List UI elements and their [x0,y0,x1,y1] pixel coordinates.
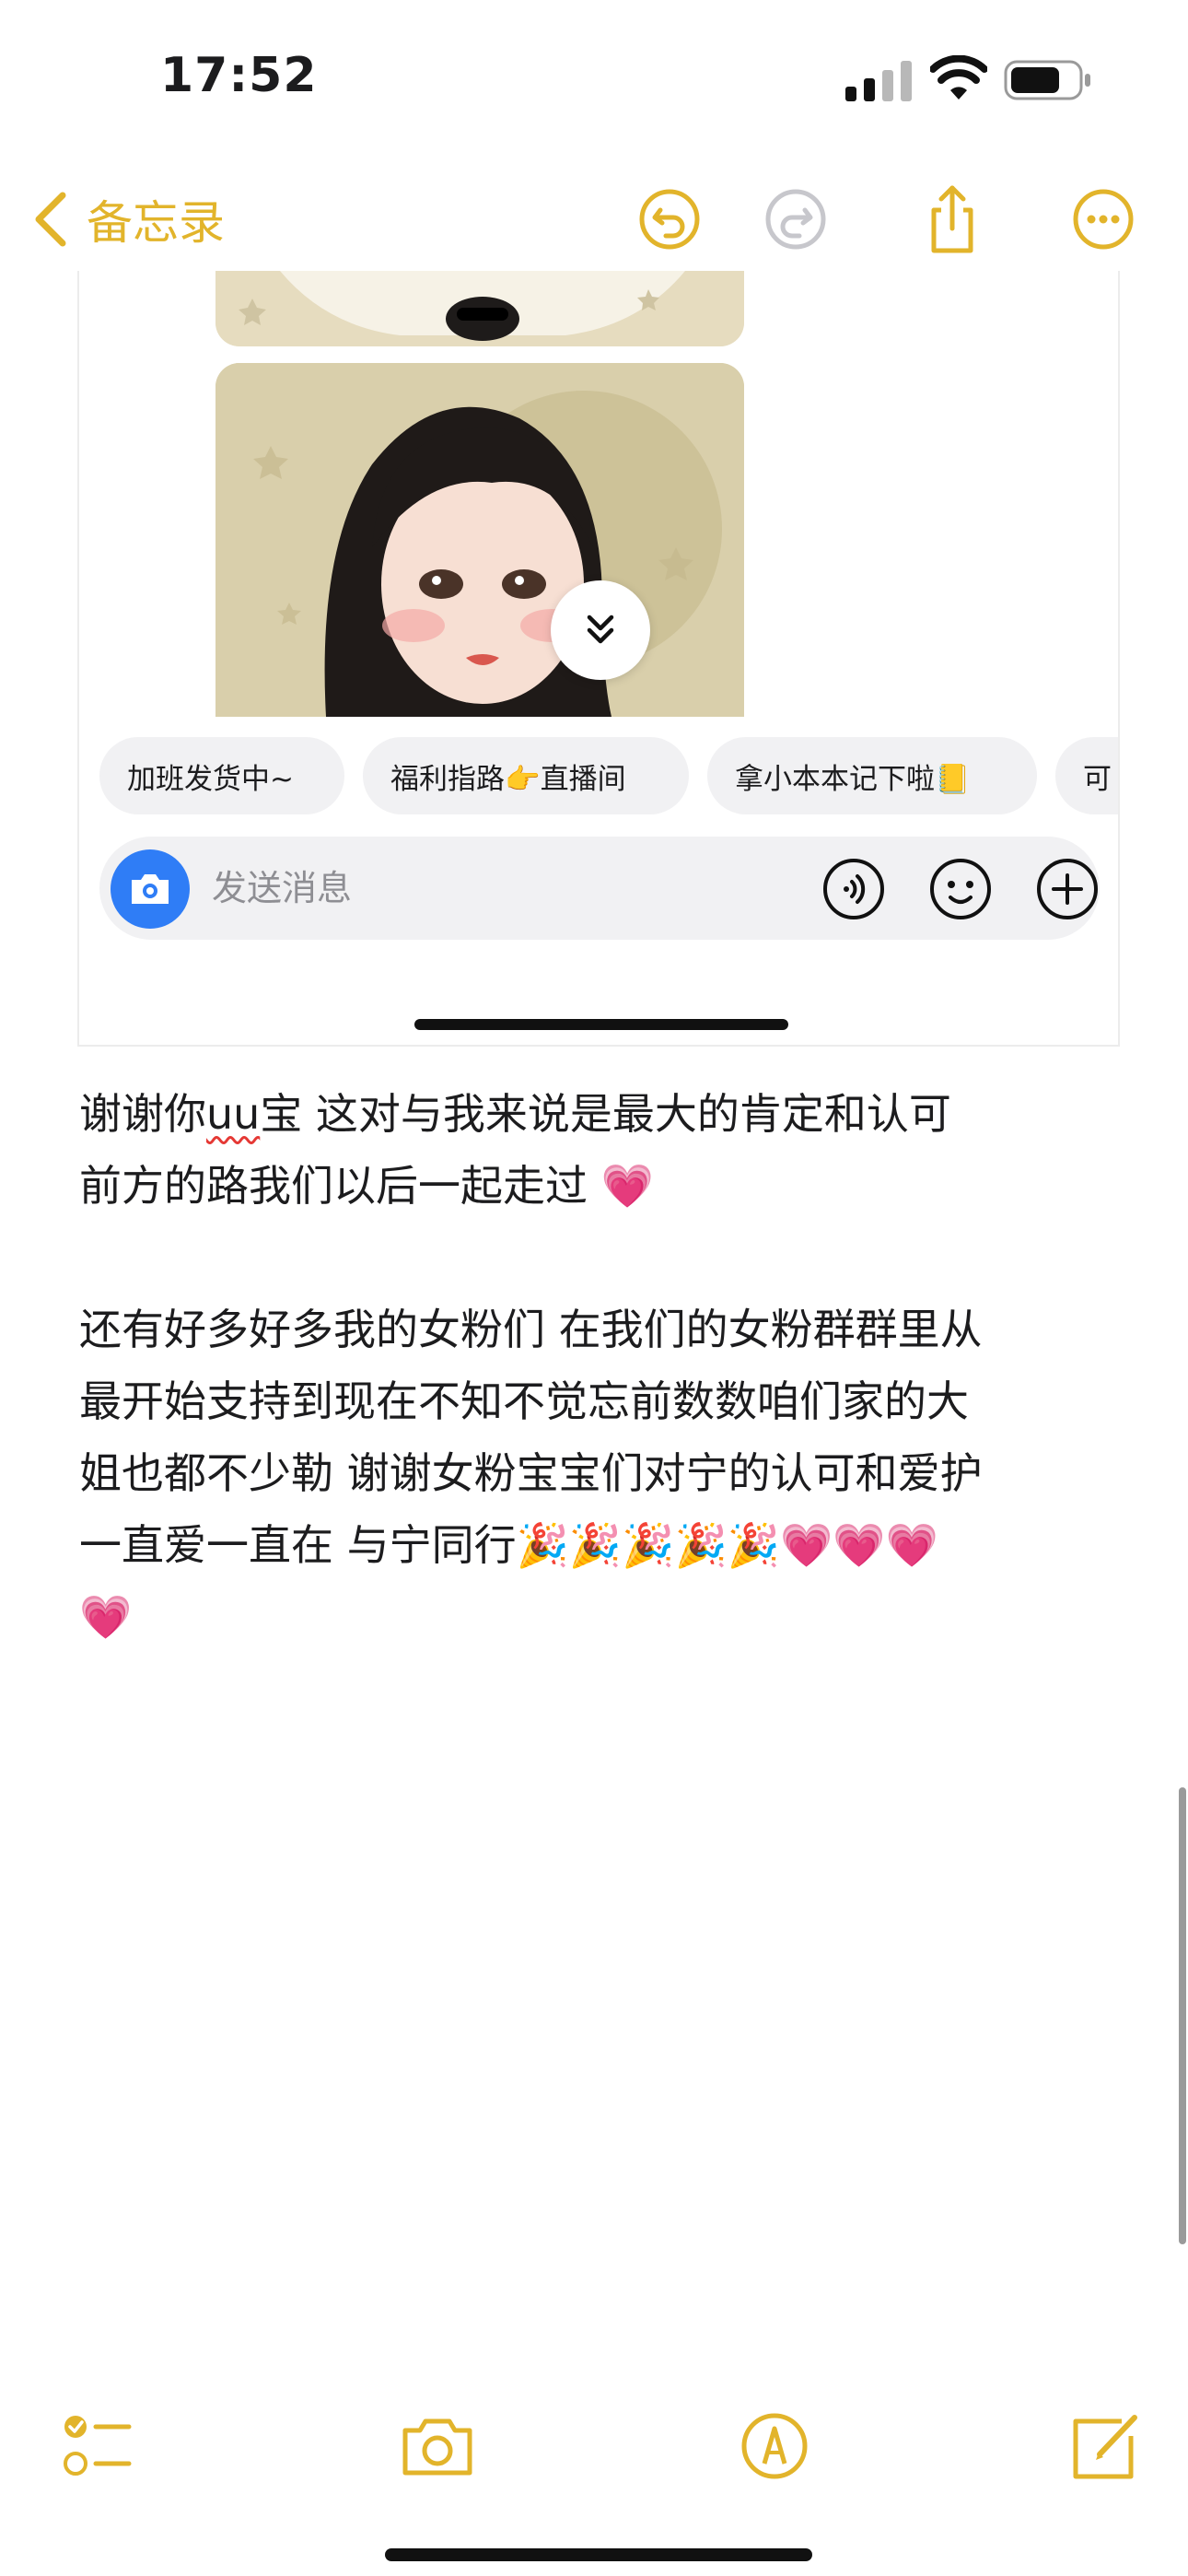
bottom-toolbar [0,2395,1188,2497]
note-line: 💗 [79,1592,133,1642]
wifi-icon [930,55,987,100]
misspelled-word: uu [206,1089,261,1139]
note-line: 还有好多好多我的女粉们 在我们的女粉群群里从 [79,1305,983,1354]
camera-icon[interactable] [398,2406,477,2486]
chip-notebook[interactable]: 拿小本本记下啦📒 [707,737,1037,814]
scroll-indicator[interactable] [1179,1787,1186,2244]
camera-icon [132,874,169,904]
message-input[interactable]: 发送消息 [212,837,352,940]
home-indicator [385,2548,812,2561]
back-button[interactable]: 备忘录 [31,182,225,256]
embedded-home-indicator [414,1019,788,1030]
chip-shipping[interactable]: 加班发货中~ [99,737,344,814]
note-line: 最开始支持到现在不知不觉忘前数数咱们家的大 [79,1376,969,1426]
quick-reply-chips: 加班发货中~ 福利指路👉直播间 拿小本本记下啦📒 可 [99,737,1118,814]
markup-icon[interactable] [735,2406,814,2486]
scroll-down-button[interactable] [551,580,650,680]
note-line: 一直爱一直在 与宁同行🎉🎉🎉🎉🎉💗💗💗 [79,1520,938,1570]
illustration-image-top [215,271,744,346]
note-line: 谢谢你uu宝 这对与我来说是最大的肯定和认可 [79,1089,951,1139]
nav-bar: 备忘录 [0,166,1188,267]
camera-button[interactable] [111,849,190,929]
back-label: 备忘录 [87,196,225,250]
illustration-image [215,363,744,717]
note-line: 前方的路我们以后一起走过 💗 [79,1161,654,1211]
chip-more[interactable]: 可 [1055,737,1118,814]
note-body[interactable]: 谢谢你uu宝 这对与我来说是最大的肯定和认可 前方的路我们以后一起走过 💗 还有… [79,1078,1129,1653]
note-blank-line [79,1222,1129,1294]
checklist-icon[interactable] [57,2406,136,2486]
more-icon[interactable] [1066,182,1140,256]
chevron-left-icon [35,192,66,247]
battery-icon [1004,60,1090,100]
compose-icon[interactable] [1066,2406,1146,2486]
emoji-icon[interactable] [928,857,993,921]
undo-icon[interactable] [633,182,706,256]
status-bar: 17:52 [0,0,1188,157]
message-input-bar: 发送消息 [99,837,1100,940]
status-time: 17:52 [160,48,318,103]
note-line: 姐也都不少勒 谢谢女粉宝宝们对宁的认可和爱护 [79,1448,983,1498]
voice-icon[interactable] [821,857,886,921]
share-icon[interactable] [915,182,989,256]
plus-icon[interactable] [1035,857,1100,921]
redo-icon[interactable] [759,182,833,256]
double-chevron-down-icon [587,615,614,644]
chip-livestream[interactable]: 福利指路👉直播间 [363,737,689,814]
embedded-screenshot[interactable]: 加班发货中~ 福利指路👉直播间 拿小本本记下啦📒 可 发送消息 [77,271,1120,1047]
cellular-signal-icon [845,61,912,101]
